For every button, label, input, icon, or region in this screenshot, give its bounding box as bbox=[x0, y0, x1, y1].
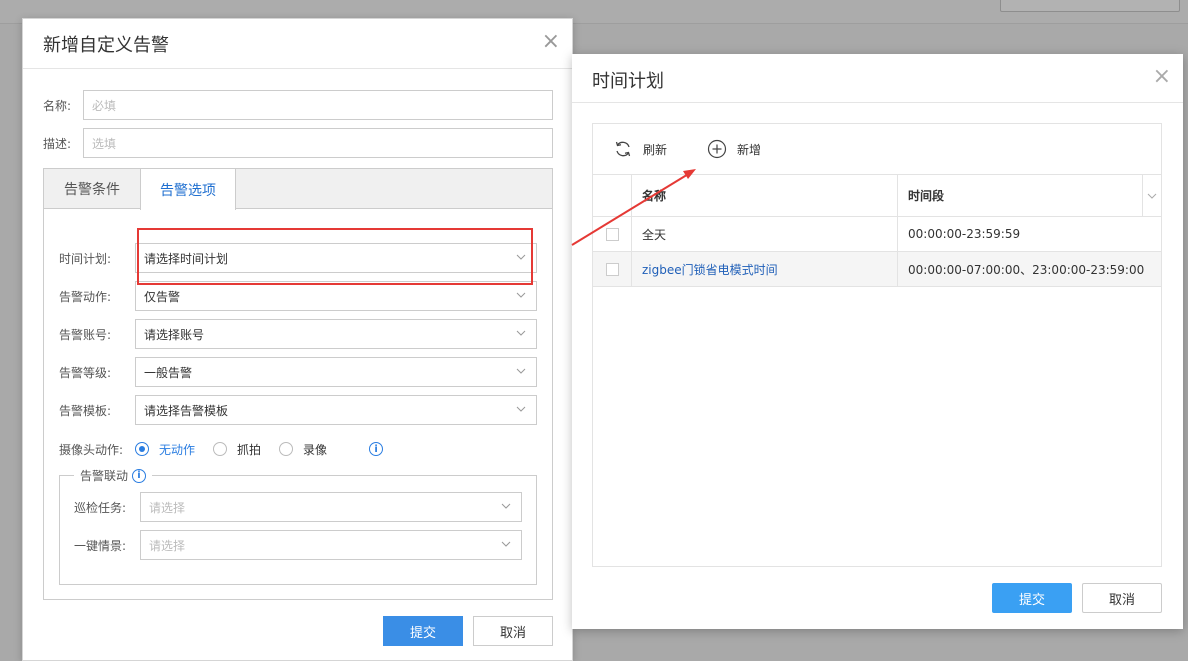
time-schedule-dialog: 时间计划 × 刷新 新增 名称 时间段 全天 00:00:00-23:59:59… bbox=[572, 54, 1183, 629]
radio-snapshot-label: 抓拍 bbox=[237, 442, 262, 457]
grid-toolbar: 刷新 新增 bbox=[593, 124, 1161, 175]
refresh-icon bbox=[615, 141, 631, 157]
plus-circle-icon bbox=[707, 139, 727, 159]
close-icon[interactable]: × bbox=[542, 31, 560, 53]
add-button[interactable]: 新增 bbox=[707, 139, 761, 159]
template-select-value: 请选择告警模板 bbox=[144, 403, 229, 418]
account-label: 告警账号: bbox=[59, 327, 112, 342]
alarm-linkage-legend: 告警联动 i bbox=[74, 467, 153, 484]
description-row: 描述: 选填 bbox=[43, 128, 553, 158]
account-select-value: 请选择账号 bbox=[144, 327, 205, 342]
row-checkbox-cell bbox=[593, 252, 632, 286]
account-select[interactable]: 请选择账号 bbox=[135, 319, 537, 349]
option-row-account: 告警账号: 请选择账号 bbox=[59, 319, 537, 349]
row-name-link[interactable]: zigbee门锁省电模式时间 bbox=[642, 261, 778, 278]
column-period-label: 时间段 bbox=[908, 189, 945, 203]
action-select[interactable]: 仅告警 bbox=[135, 281, 537, 311]
highlight-box bbox=[137, 228, 533, 285]
radio-record[interactable]: 录像 bbox=[279, 441, 327, 458]
add-custom-alarm-dialog: 新增自定义告警 × 名称: 必填 描述: 选填 告警条件 告警选项 时间计划: … bbox=[22, 18, 573, 661]
table-row[interactable]: 全天 00:00:00-23:59:59 bbox=[593, 217, 1161, 252]
level-select-value: 一般告警 bbox=[144, 365, 193, 380]
option-row-action: 告警动作: 仅告警 bbox=[59, 281, 537, 311]
radio-snapshot[interactable]: 抓拍 bbox=[213, 441, 261, 458]
row-checkbox[interactable] bbox=[605, 227, 619, 241]
template-label: 告警模板: bbox=[59, 403, 112, 418]
info-icon[interactable]: i bbox=[369, 442, 384, 456]
dialog-header: 新增自定义告警 × bbox=[23, 19, 572, 69]
header-checkbox-cell bbox=[593, 175, 632, 216]
submit-button[interactable]: 提交 bbox=[992, 583, 1072, 613]
table-header: 名称 时间段 bbox=[593, 175, 1161, 217]
patrol-task-placeholder: 请选择 bbox=[149, 500, 186, 515]
table-row[interactable]: zigbee门锁省电模式时间 00:00:00-07:00:00、23:00:0… bbox=[593, 252, 1161, 287]
patrol-task-row: 巡检任务: 请选择 bbox=[74, 492, 522, 522]
refresh-button[interactable]: 刷新 bbox=[613, 139, 667, 159]
column-header-period[interactable]: 时间段 bbox=[898, 175, 1161, 216]
one-key-scene-select[interactable]: 请选择 bbox=[140, 530, 522, 560]
level-select[interactable]: 一般告警 bbox=[135, 357, 537, 387]
info-icon[interactable]: i bbox=[132, 468, 147, 483]
patrol-task-select[interactable]: 请选择 bbox=[140, 492, 522, 522]
option-row-template: 告警模板: 请选择告警模板 bbox=[59, 395, 537, 425]
radio-unselected-icon[interactable] bbox=[279, 442, 294, 456]
close-icon[interactable]: × bbox=[1153, 66, 1171, 88]
tab-alarm-options[interactable]: 告警选项 bbox=[140, 169, 236, 210]
camera-action-row: 摄像头动作: 无动作 抓拍 录像 i bbox=[59, 439, 384, 459]
radio-record-label: 录像 bbox=[303, 442, 328, 457]
chevron-down-icon bbox=[516, 368, 526, 374]
option-row-level: 告警等级: 一般告警 bbox=[59, 357, 537, 387]
one-key-scene-placeholder: 请选择 bbox=[149, 538, 186, 553]
chevron-down-icon bbox=[516, 406, 526, 412]
radio-unselected-icon[interactable] bbox=[213, 442, 228, 456]
dialog-header: 时间计划 × bbox=[572, 54, 1183, 103]
row-checkbox[interactable] bbox=[605, 262, 619, 276]
chevron-down-icon bbox=[501, 541, 511, 547]
template-select[interactable]: 请选择告警模板 bbox=[135, 395, 537, 425]
row-period: 00:00:00-07:00:00、23:00:00-23:59:00 bbox=[908, 262, 1145, 277]
row-checkbox-cell bbox=[593, 217, 632, 251]
name-label: 名称: bbox=[43, 98, 72, 113]
schedule-label: 时间计划: bbox=[59, 251, 112, 266]
dialog-title: 时间计划 bbox=[592, 71, 664, 92]
radio-no-action[interactable]: 无动作 bbox=[135, 441, 195, 458]
column-header-name[interactable]: 名称 bbox=[632, 175, 898, 216]
column-name-label: 名称 bbox=[642, 189, 667, 203]
alarm-linkage-fieldset: 告警联动 i 巡检任务: 请选择 一键情景: 请选择 bbox=[59, 467, 537, 585]
row-name: 全天 bbox=[642, 227, 667, 242]
cancel-button[interactable]: 取消 bbox=[473, 616, 553, 646]
chevron-down-icon bbox=[516, 330, 526, 336]
row-name-cell: zigbee门锁省电模式时间 bbox=[632, 252, 898, 286]
level-label: 告警等级: bbox=[59, 365, 112, 380]
tab-alarm-conditions[interactable]: 告警条件 bbox=[44, 169, 140, 209]
refresh-label: 刷新 bbox=[643, 142, 668, 157]
name-input[interactable]: 必填 bbox=[83, 90, 553, 120]
camera-action-label: 摄像头动作: bbox=[59, 442, 124, 457]
chevron-down-icon bbox=[516, 292, 526, 298]
radio-selected-icon[interactable] bbox=[135, 442, 149, 456]
row-period-cell: 00:00:00-07:00:00、23:00:00-23:59:00 bbox=[898, 252, 1161, 286]
description-label: 描述: bbox=[43, 136, 72, 151]
submit-button[interactable]: 提交 bbox=[383, 616, 463, 646]
dialog-title: 新增自定义告警 bbox=[43, 35, 169, 56]
row-name-cell: 全天 bbox=[632, 217, 898, 251]
one-key-scene-label: 一键情景: bbox=[74, 538, 127, 553]
description-input[interactable]: 选填 bbox=[83, 128, 553, 158]
chevron-down-icon bbox=[501, 503, 511, 509]
one-key-scene-row: 一键情景: 请选择 bbox=[74, 530, 522, 560]
add-label: 新增 bbox=[737, 142, 762, 157]
row-period: 00:00:00-23:59:59 bbox=[908, 227, 1021, 241]
radio-no-action-label: 无动作 bbox=[159, 442, 196, 457]
name-row: 名称: 必填 bbox=[43, 90, 553, 120]
column-menu-button[interactable] bbox=[1142, 175, 1161, 216]
action-label: 告警动作: bbox=[59, 289, 112, 304]
action-select-value: 仅告警 bbox=[144, 289, 181, 304]
patrol-task-label: 巡检任务: bbox=[74, 500, 127, 515]
chevron-down-icon bbox=[1147, 193, 1157, 199]
tabs-bar: 告警条件 告警选项 bbox=[44, 169, 552, 210]
schedule-grid: 刷新 新增 名称 时间段 全天 00:00:00-23:59:59 zigbee… bbox=[592, 123, 1162, 567]
row-period-cell: 00:00:00-23:59:59 bbox=[898, 217, 1161, 251]
alarm-linkage-title: 告警联动 bbox=[80, 469, 129, 483]
cancel-button[interactable]: 取消 bbox=[1082, 583, 1162, 613]
